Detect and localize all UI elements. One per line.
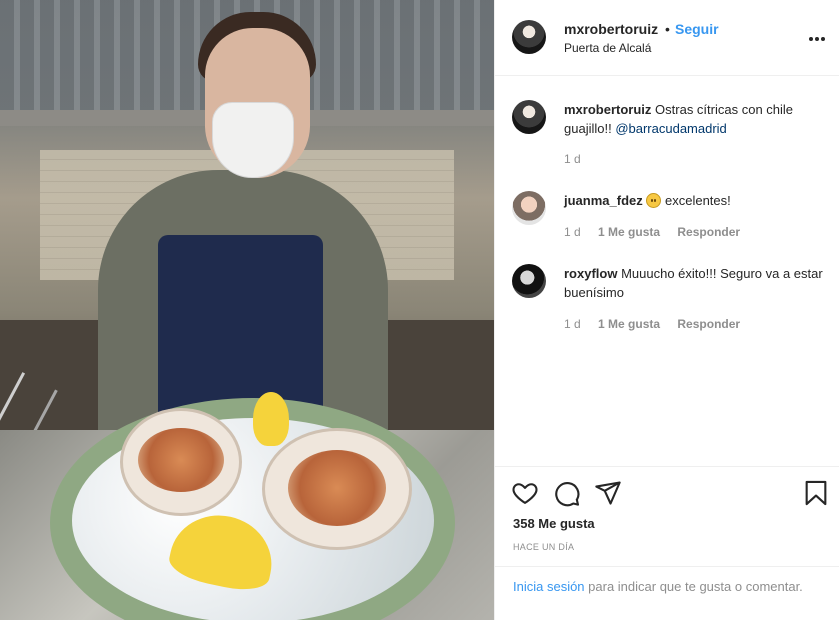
comment-likes[interactable]: 1 Me gusta: [598, 317, 660, 331]
separator-dot: •: [665, 21, 670, 37]
location-link[interactable]: Puerta de Alcalá: [564, 41, 651, 55]
avatar[interactable]: [512, 100, 546, 134]
login-prompt: Inicia sesión para indicar que te gusta …: [495, 566, 839, 620]
reply-button[interactable]: Responder: [677, 317, 740, 331]
comment-text: juanma_fdez excelentes!: [564, 191, 826, 210]
caption-username[interactable]: mxrobertoruiz: [564, 102, 651, 117]
caption-mention[interactable]: @barracudamadrid: [615, 121, 726, 136]
share-icon[interactable]: [594, 479, 622, 507]
post-actions: 358 Me gusta HACE UN DÍA Inicia sesión p…: [495, 466, 839, 620]
oyster-topping-right: [288, 450, 386, 526]
oyster-topping-left: [138, 428, 224, 492]
post-photo[interactable]: [0, 0, 494, 620]
face-mask: [212, 102, 294, 178]
comment-time[interactable]: 1 d: [564, 225, 581, 239]
caption-text: mxrobertoruiz Ostras cítricas con chile …: [564, 100, 826, 138]
author-username[interactable]: mxrobertoruiz: [564, 21, 658, 37]
comment-meta: 1 d 1 Me gusta Responder: [564, 225, 754, 239]
login-link[interactable]: Inicia sesión: [513, 579, 585, 594]
comment-meta: 1 d 1 Me gusta Responder: [564, 317, 754, 331]
comment-time[interactable]: 1 d: [564, 317, 581, 331]
avatar[interactable]: [512, 191, 546, 225]
login-prompt-rest: para indicar que te gusta o comentar.: [584, 579, 803, 594]
reply-button[interactable]: Responder: [677, 225, 740, 239]
comment-body: excelentes!: [665, 193, 731, 208]
post-timestamp[interactable]: HACE UN DÍA: [513, 542, 574, 552]
caption-meta: 1 d: [564, 152, 595, 166]
post-header: mxrobertoruiz • Seguir Puerta de Alcalá: [495, 0, 839, 76]
more-options-icon[interactable]: [809, 28, 829, 41]
post-side-panel: mxrobertoruiz • Seguir Puerta de Alcalá …: [494, 0, 839, 620]
likes-count[interactable]: 358 Me gusta: [513, 516, 595, 531]
comment-username[interactable]: roxyflow: [564, 266, 617, 281]
comment-likes[interactable]: 1 Me gusta: [598, 225, 660, 239]
follow-button[interactable]: Seguir: [675, 21, 719, 37]
caption-time[interactable]: 1 d: [564, 152, 581, 166]
lemon-wedge-back: [253, 392, 289, 446]
heart-icon[interactable]: [511, 479, 539, 507]
login-prompt-text: Inicia sesión para indicar que te gusta …: [513, 577, 823, 596]
comment-text: roxyflow Muuucho éxito!!! Seguro va a es…: [564, 264, 826, 302]
comment-icon[interactable]: [553, 479, 581, 507]
avatar[interactable]: [512, 20, 546, 54]
bookmark-icon[interactable]: [802, 479, 830, 507]
avatar[interactable]: [512, 264, 546, 298]
smiling-face-icon: [646, 193, 662, 208]
comment-username[interactable]: juanma_fdez: [564, 193, 643, 208]
